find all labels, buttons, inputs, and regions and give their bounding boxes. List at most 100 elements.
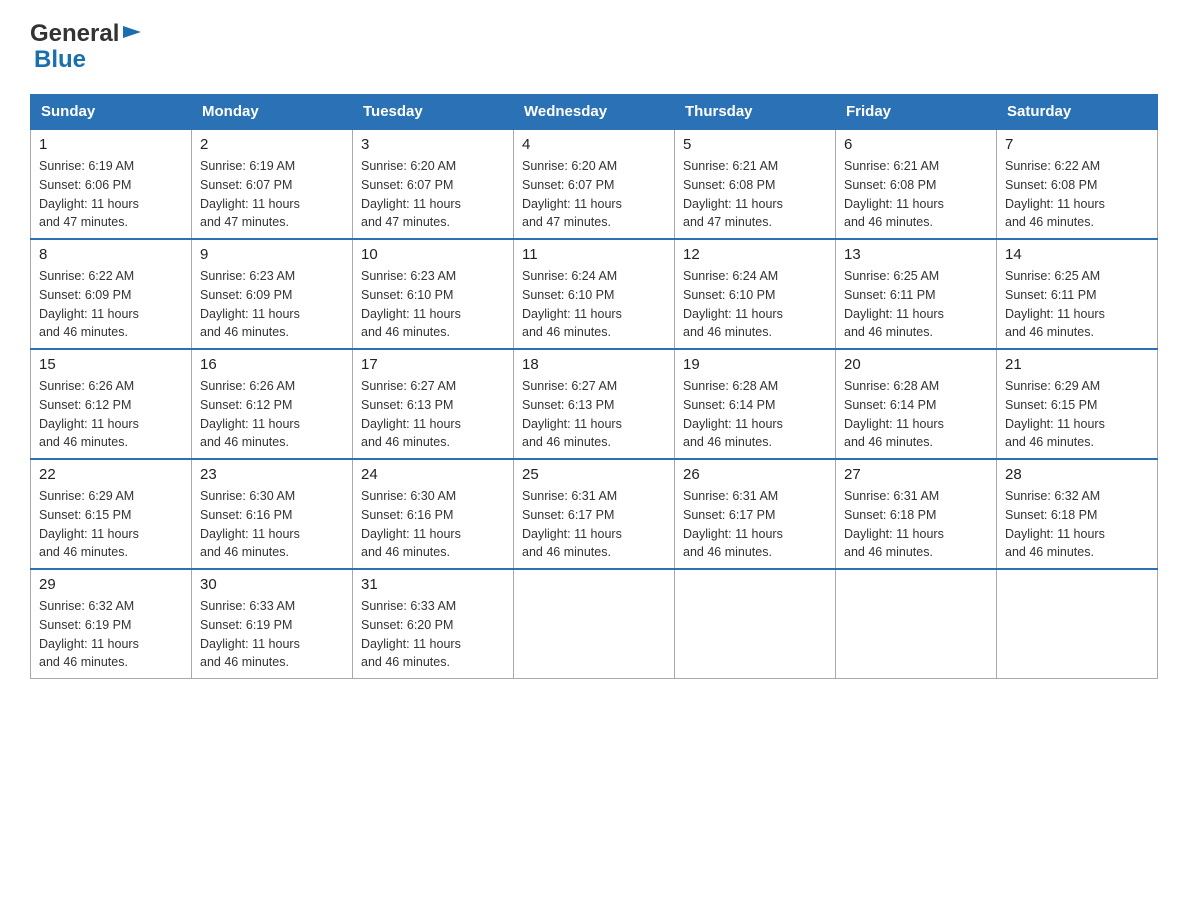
day-number: 31 bbox=[361, 576, 505, 593]
day-number: 6 bbox=[844, 136, 988, 153]
calendar-table: SundayMondayTuesdayWednesdayThursdayFrid… bbox=[30, 94, 1158, 679]
calendar-cell: 30 Sunrise: 6:33 AMSunset: 6:19 PMDayligh… bbox=[192, 569, 353, 679]
day-of-week-header: Monday bbox=[192, 95, 353, 130]
calendar-cell: 10 Sunrise: 6:23 AMSunset: 6:10 PMDayligh… bbox=[353, 239, 514, 349]
calendar-cell: 28Sunrise: 6:32 AMSunset: 6:18 PMDayligh… bbox=[997, 459, 1158, 569]
calendar-cell: 25 Sunrise: 6:31 AMSunset: 6:17 PMDayligh… bbox=[514, 459, 675, 569]
calendar-cell: 4 Sunrise: 6:20 AMSunset: 6:07 PMDaylight… bbox=[514, 129, 675, 239]
day-detail: Sunrise: 6:26 AMSunset: 6:12 PMDaylight:… bbox=[39, 377, 183, 452]
calendar-cell: 14Sunrise: 6:25 AMSunset: 6:11 PMDayligh… bbox=[997, 239, 1158, 349]
day-of-week-header: Thursday bbox=[675, 95, 836, 130]
day-detail: Sunrise: 6:33 AMSunset: 6:20 PMDaylight:… bbox=[361, 597, 505, 672]
day-detail: Sunrise: 6:27 AMSunset: 6:13 PMDaylight:… bbox=[361, 377, 505, 452]
day-number: 20 bbox=[844, 356, 988, 373]
calendar-cell: 12Sunrise: 6:24 AMSunset: 6:10 PMDayligh… bbox=[675, 239, 836, 349]
day-number: 18 bbox=[522, 356, 666, 373]
calendar-cell: 5Sunrise: 6:21 AMSunset: 6:08 PMDaylight… bbox=[675, 129, 836, 239]
logo-flag-icon bbox=[121, 24, 143, 46]
calendar-cell: 16 Sunrise: 6:26 AMSunset: 6:12 PMDayligh… bbox=[192, 349, 353, 459]
day-detail: Sunrise: 6:23 AMSunset: 6:09 PMDaylight:… bbox=[200, 267, 344, 342]
logo-general-text: General bbox=[30, 20, 119, 48]
day-number: 15 bbox=[39, 356, 183, 373]
day-detail: Sunrise: 6:31 AMSunset: 6:17 PMDaylight:… bbox=[522, 487, 666, 562]
day-detail: Sunrise: 6:20 AMSunset: 6:07 PMDaylight:… bbox=[361, 157, 505, 232]
calendar-cell: 27 Sunrise: 6:31 AMSunset: 6:18 PMDayligh… bbox=[836, 459, 997, 569]
day-detail: Sunrise: 6:22 AMSunset: 6:09 PMDaylight:… bbox=[39, 267, 183, 342]
day-detail: Sunrise: 6:31 AMSunset: 6:17 PMDaylight:… bbox=[683, 487, 827, 562]
calendar-cell: 31 Sunrise: 6:33 AMSunset: 6:20 PMDayligh… bbox=[353, 569, 514, 679]
calendar-cell: 26 Sunrise: 6:31 AMSunset: 6:17 PMDayligh… bbox=[675, 459, 836, 569]
day-detail: Sunrise: 6:19 AMSunset: 6:06 PMDaylight:… bbox=[39, 157, 183, 232]
day-detail: Sunrise: 6:29 AMSunset: 6:15 PMDaylight:… bbox=[1005, 377, 1149, 452]
day-number: 9 bbox=[200, 246, 344, 263]
day-number: 17 bbox=[361, 356, 505, 373]
logo: General Blue bbox=[30, 20, 143, 74]
day-number: 24 bbox=[361, 466, 505, 483]
calendar-cell bbox=[997, 569, 1158, 679]
day-number: 4 bbox=[522, 136, 666, 153]
calendar-cell: 11Sunrise: 6:24 AMSunset: 6:10 PMDayligh… bbox=[514, 239, 675, 349]
day-number: 30 bbox=[200, 576, 344, 593]
calendar-cell: 15 Sunrise: 6:26 AMSunset: 6:12 PMDayligh… bbox=[31, 349, 192, 459]
logo-blue-text: Blue bbox=[34, 46, 86, 74]
day-number: 2 bbox=[200, 136, 344, 153]
calendar-cell: 13Sunrise: 6:25 AMSunset: 6:11 PMDayligh… bbox=[836, 239, 997, 349]
calendar-week-row: 29Sunrise: 6:32 AMSunset: 6:19 PMDayligh… bbox=[31, 569, 1158, 679]
day-detail: Sunrise: 6:30 AMSunset: 6:16 PMDaylight:… bbox=[200, 487, 344, 562]
day-of-week-header: Friday bbox=[836, 95, 997, 130]
day-detail: Sunrise: 6:26 AMSunset: 6:12 PMDaylight:… bbox=[200, 377, 344, 452]
day-detail: Sunrise: 6:22 AMSunset: 6:08 PMDaylight:… bbox=[1005, 157, 1149, 232]
day-detail: Sunrise: 6:24 AMSunset: 6:10 PMDaylight:… bbox=[683, 267, 827, 342]
calendar-week-row: 22 Sunrise: 6:29 AMSunset: 6:15 PMDayligh… bbox=[31, 459, 1158, 569]
day-detail: Sunrise: 6:25 AMSunset: 6:11 PMDaylight:… bbox=[1005, 267, 1149, 342]
day-number: 11 bbox=[522, 246, 666, 263]
calendar-cell: 3 Sunrise: 6:20 AMSunset: 6:07 PMDaylight… bbox=[353, 129, 514, 239]
day-of-week-header: Sunday bbox=[31, 95, 192, 130]
calendar-cell: 24 Sunrise: 6:30 AMSunset: 6:16 PMDayligh… bbox=[353, 459, 514, 569]
calendar-cell: 1 Sunrise: 6:19 AMSunset: 6:06 PMDaylight… bbox=[31, 129, 192, 239]
day-detail: Sunrise: 6:23 AMSunset: 6:10 PMDaylight:… bbox=[361, 267, 505, 342]
day-of-week-header: Tuesday bbox=[353, 95, 514, 130]
calendar-cell: 9 Sunrise: 6:23 AMSunset: 6:09 PMDaylight… bbox=[192, 239, 353, 349]
day-detail: Sunrise: 6:28 AMSunset: 6:14 PMDaylight:… bbox=[844, 377, 988, 452]
calendar-cell: 21 Sunrise: 6:29 AMSunset: 6:15 PMDayligh… bbox=[997, 349, 1158, 459]
day-number: 19 bbox=[683, 356, 827, 373]
day-number: 3 bbox=[361, 136, 505, 153]
day-detail: Sunrise: 6:20 AMSunset: 6:07 PMDaylight:… bbox=[522, 157, 666, 232]
calendar-cell: 19Sunrise: 6:28 AMSunset: 6:14 PMDayligh… bbox=[675, 349, 836, 459]
day-number: 28 bbox=[1005, 466, 1149, 483]
day-number: 16 bbox=[200, 356, 344, 373]
day-detail: Sunrise: 6:27 AMSunset: 6:13 PMDaylight:… bbox=[522, 377, 666, 452]
calendar-cell bbox=[675, 569, 836, 679]
calendar-week-row: 8 Sunrise: 6:22 AMSunset: 6:09 PMDaylight… bbox=[31, 239, 1158, 349]
page-header: General Blue bbox=[30, 20, 1158, 74]
day-detail: Sunrise: 6:29 AMSunset: 6:15 PMDaylight:… bbox=[39, 487, 183, 562]
day-number: 8 bbox=[39, 246, 183, 263]
day-number: 27 bbox=[844, 466, 988, 483]
day-detail: Sunrise: 6:33 AMSunset: 6:19 PMDaylight:… bbox=[200, 597, 344, 672]
calendar-cell: 6Sunrise: 6:21 AMSunset: 6:08 PMDaylight… bbox=[836, 129, 997, 239]
day-detail: Sunrise: 6:30 AMSunset: 6:16 PMDaylight:… bbox=[361, 487, 505, 562]
day-number: 10 bbox=[361, 246, 505, 263]
day-number: 25 bbox=[522, 466, 666, 483]
calendar-cell: 29Sunrise: 6:32 AMSunset: 6:19 PMDayligh… bbox=[31, 569, 192, 679]
day-number: 26 bbox=[683, 466, 827, 483]
calendar-cell bbox=[836, 569, 997, 679]
day-number: 21 bbox=[1005, 356, 1149, 373]
day-number: 23 bbox=[200, 466, 344, 483]
day-number: 5 bbox=[683, 136, 827, 153]
day-number: 22 bbox=[39, 466, 183, 483]
calendar-cell: 18 Sunrise: 6:27 AMSunset: 6:13 PMDayligh… bbox=[514, 349, 675, 459]
day-number: 7 bbox=[1005, 136, 1149, 153]
calendar-week-row: 1 Sunrise: 6:19 AMSunset: 6:06 PMDaylight… bbox=[31, 129, 1158, 239]
calendar-cell: 8 Sunrise: 6:22 AMSunset: 6:09 PMDaylight… bbox=[31, 239, 192, 349]
day-number: 29 bbox=[39, 576, 183, 593]
calendar-cell: 23 Sunrise: 6:30 AMSunset: 6:16 PMDayligh… bbox=[192, 459, 353, 569]
day-detail: Sunrise: 6:25 AMSunset: 6:11 PMDaylight:… bbox=[844, 267, 988, 342]
day-detail: Sunrise: 6:31 AMSunset: 6:18 PMDaylight:… bbox=[844, 487, 988, 562]
calendar-cell: 17 Sunrise: 6:27 AMSunset: 6:13 PMDayligh… bbox=[353, 349, 514, 459]
calendar-cell: 7 Sunrise: 6:22 AMSunset: 6:08 PMDaylight… bbox=[997, 129, 1158, 239]
day-number: 1 bbox=[39, 136, 183, 153]
calendar-header-row: SundayMondayTuesdayWednesdayThursdayFrid… bbox=[31, 95, 1158, 130]
day-of-week-header: Saturday bbox=[997, 95, 1158, 130]
